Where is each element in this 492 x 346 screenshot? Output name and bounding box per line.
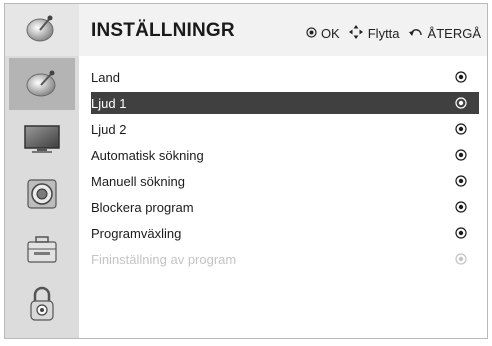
select-icon: [455, 227, 467, 239]
hint-return-label: ÅTERGÅ: [427, 26, 481, 41]
hint-return: ÅTERGÅ: [408, 26, 481, 41]
sidebar-item-picture[interactable]: [9, 113, 75, 165]
menu-item-label: Automatisk sökning: [91, 147, 204, 163]
satellite-dish-icon: [23, 12, 59, 48]
select-icon: [455, 175, 467, 187]
speaker-icon: [24, 176, 60, 212]
menu-item-manual-search[interactable]: Manuell sökning: [91, 170, 479, 192]
move-arrows-icon: [348, 24, 364, 43]
menu-item-ljud-1[interactable]: Ljud 1: [91, 92, 479, 114]
select-icon: [455, 71, 467, 83]
menu-item-ljud-2[interactable]: Ljud 2: [91, 118, 479, 140]
menu-item-fine-tuning: Fininställning av program: [91, 248, 479, 270]
page-title: INSTÄLLNINGR: [91, 20, 235, 41]
settings-menu: Land Ljud 1 Ljud 2 Automatisk sökning Ma…: [79, 56, 487, 338]
select-icon: [455, 253, 467, 265]
hint-ok: OK: [306, 26, 340, 41]
key-hints: OK Flytta ÅTERGÅ: [298, 24, 481, 43]
toolbox-icon: [24, 232, 60, 266]
menu-item-label: Manuell sökning: [91, 173, 185, 189]
sidebar: [5, 4, 79, 338]
sidebar-item-setup[interactable]: [9, 58, 75, 110]
header-bar: INSTÄLLNINGR OK Flytta ÅTERGÅ: [79, 4, 487, 56]
menu-item-label: Ljud 2: [91, 121, 127, 137]
hint-move-label: Flytta: [367, 26, 400, 41]
select-icon: [455, 97, 467, 109]
menu-item-label: Programväxling: [91, 225, 182, 241]
sidebar-item-lock[interactable]: [9, 278, 75, 330]
menu-item-label: Fininställning av program: [91, 251, 237, 267]
sidebar-item-audio[interactable]: [9, 168, 75, 220]
select-icon: [455, 201, 467, 213]
tv-screen-icon: [22, 122, 62, 156]
menu-item-label: Blockera program: [91, 199, 194, 215]
menu-item-auto-search[interactable]: Automatisk sökning: [91, 144, 479, 166]
hint-move: Flytta: [348, 24, 400, 43]
select-icon: [455, 123, 467, 135]
ok-icon: [306, 26, 317, 41]
sidebar-header: [5, 4, 79, 56]
menu-item-label: Ljud 1: [91, 95, 127, 111]
menu-item-land[interactable]: Land: [91, 66, 479, 88]
sidebar-item-options[interactable]: [9, 223, 75, 275]
menu-item-label: Land: [91, 69, 120, 85]
return-icon: [408, 26, 424, 41]
menu-item-program-swap[interactable]: Programväxling: [91, 222, 479, 244]
satellite-dish-icon: [23, 66, 61, 102]
hint-ok-label: OK: [320, 26, 340, 41]
lock-icon: [26, 284, 58, 324]
select-icon: [455, 149, 467, 161]
menu-item-block-program[interactable]: Blockera program: [91, 196, 479, 218]
